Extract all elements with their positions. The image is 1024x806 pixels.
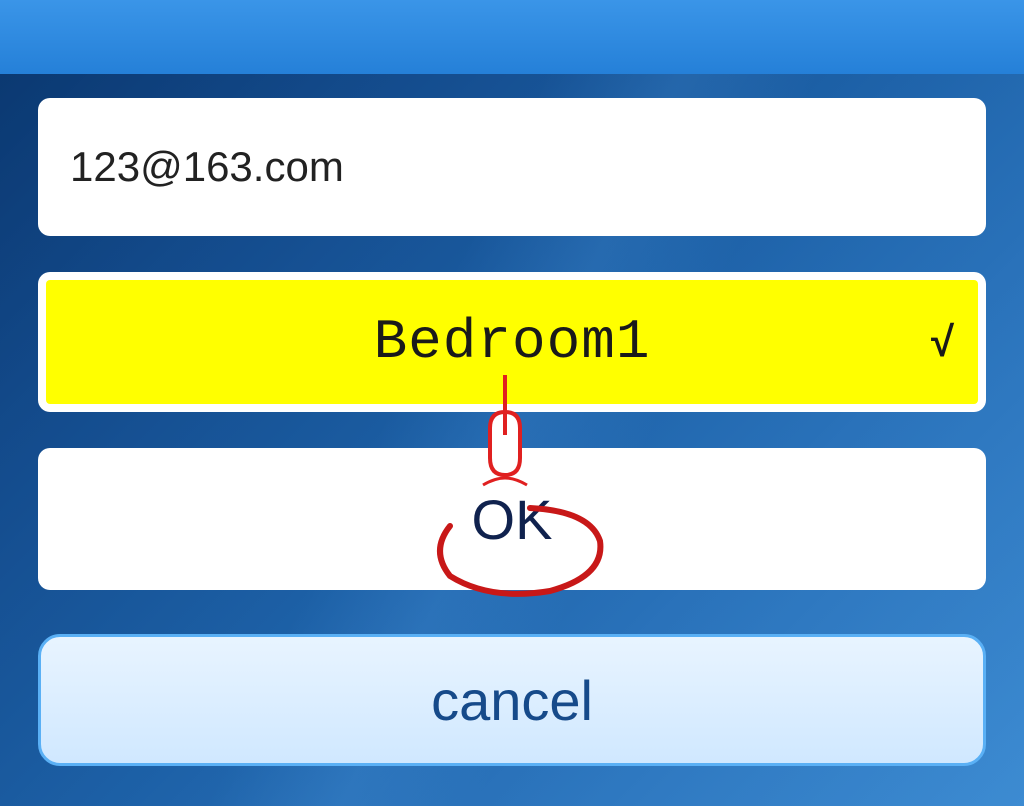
email-field[interactable]: 123@163.com: [38, 98, 986, 236]
cancel-label: cancel: [431, 668, 593, 733]
dialog-container: 123@163.com Bedroom1 √ OK cancel: [38, 98, 986, 766]
ok-button[interactable]: OK: [38, 448, 986, 590]
room-selector[interactable]: Bedroom1 √: [38, 272, 986, 412]
ok-label: OK: [472, 487, 553, 552]
cancel-button[interactable]: cancel: [38, 634, 986, 766]
email-value: 123@163.com: [70, 143, 344, 191]
room-selected-highlight: Bedroom1 √: [46, 280, 978, 404]
check-icon: √: [931, 318, 954, 366]
room-label: Bedroom1: [374, 310, 651, 374]
top-bar: [0, 0, 1024, 74]
